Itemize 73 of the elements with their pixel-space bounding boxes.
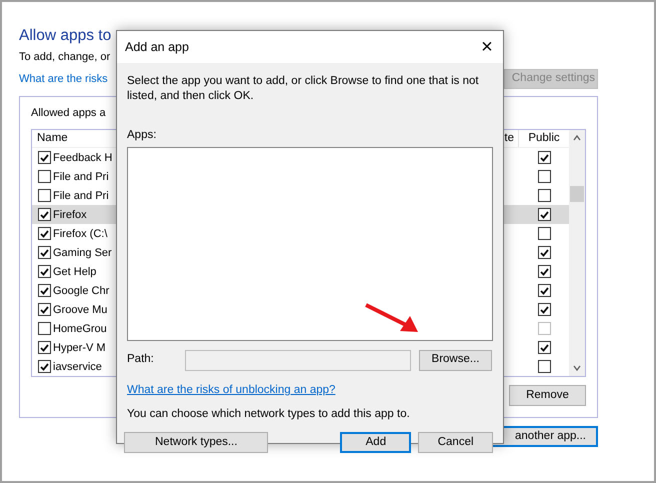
apps-list[interactable] <box>127 147 493 341</box>
app-name: Get Help <box>53 264 96 280</box>
app-name: HomeGrou <box>53 322 107 336</box>
app-name: File and Pri <box>53 188 109 204</box>
check-icon <box>540 306 548 314</box>
app-name: Groove Mu <box>53 302 108 318</box>
checkbox[interactable] <box>38 265 51 278</box>
checkbox[interactable] <box>538 170 550 184</box>
check-icon <box>40 286 49 295</box>
check-icon <box>540 344 548 352</box>
check-icon <box>40 154 49 162</box>
checkbox[interactable] <box>538 341 550 354</box>
network-types-button[interactable]: Network types... <box>124 432 268 454</box>
checkbox[interactable] <box>538 189 550 202</box>
scroll-thumb[interactable] <box>570 186 584 202</box>
checkbox[interactable] <box>538 208 550 222</box>
checkbox[interactable] <box>38 360 51 374</box>
checkbox[interactable] <box>538 246 550 260</box>
instruction-text: To add, change, or <box>19 50 110 65</box>
scrollbar[interactable] <box>569 130 585 376</box>
app-name: Firefox <box>53 208 87 222</box>
check-icon <box>40 210 49 219</box>
app-name: Hyper-V M <box>53 340 106 356</box>
checkbox[interactable] <box>538 151 550 164</box>
add-button[interactable]: Add <box>340 432 412 454</box>
column-header[interactable]: Public <box>519 130 569 148</box>
app-name: Gaming Ser <box>53 246 112 260</box>
path-field[interactable] <box>185 350 411 370</box>
check-icon <box>40 344 49 352</box>
checkbox[interactable] <box>538 284 550 298</box>
app-name: iavservice <box>53 360 102 374</box>
check-icon <box>40 268 49 276</box>
close-button[interactable]: × <box>471 31 503 63</box>
pointer-arrow <box>364 302 420 334</box>
check-icon <box>540 268 548 276</box>
check-icon <box>40 306 49 314</box>
checkbox[interactable] <box>38 189 51 202</box>
app-name: File and Pri <box>53 170 109 184</box>
checkbox[interactable] <box>538 265 550 278</box>
checkbox[interactable] <box>538 360 550 374</box>
cancel-button[interactable]: Cancel <box>418 432 493 454</box>
checkbox[interactable] <box>538 303 550 316</box>
app-name: Google Chr <box>53 284 110 298</box>
check-icon <box>540 154 548 162</box>
app-name: Feedback H <box>53 150 112 166</box>
check-icon <box>540 210 548 219</box>
check-icon <box>540 286 548 295</box>
dialog-title: Add an app <box>125 38 189 56</box>
checkbox[interactable] <box>38 284 51 298</box>
checkbox[interactable] <box>38 151 51 164</box>
remove-button[interactable]: Remove <box>509 385 586 406</box>
browse-button[interactable]: Browse... <box>419 350 492 370</box>
checkbox[interactable] <box>38 170 51 184</box>
path-label: Path: <box>127 352 155 368</box>
checkbox[interactable] <box>538 227 550 240</box>
check-icon <box>40 230 49 238</box>
risks-link[interactable]: What are the risks of unblocking an app? <box>127 382 336 400</box>
apps-label: Apps: <box>127 128 158 143</box>
dialog-description: Select the app you want to add, or click Browse to find one that is not listed, and then click OK. <box>127 74 480 104</box>
risks-link[interactable]: What are the risks <box>19 70 108 88</box>
checkbox[interactable] <box>38 246 51 260</box>
checkbox[interactable] <box>38 227 51 240</box>
check-icon <box>40 362 49 371</box>
network-note: You can choose which network types to add this app to. <box>127 407 411 422</box>
checkbox[interactable] <box>38 303 51 316</box>
check-icon <box>40 248 49 257</box>
check-icon <box>540 248 548 257</box>
page-title: Allow apps to <box>19 26 112 46</box>
checkbox[interactable] <box>38 322 51 336</box>
app-name: Firefox (C:\ <box>53 226 108 242</box>
checkbox[interactable] <box>38 341 51 354</box>
checkbox[interactable] <box>38 208 51 222</box>
group-label: Allowed apps a <box>31 106 106 121</box>
